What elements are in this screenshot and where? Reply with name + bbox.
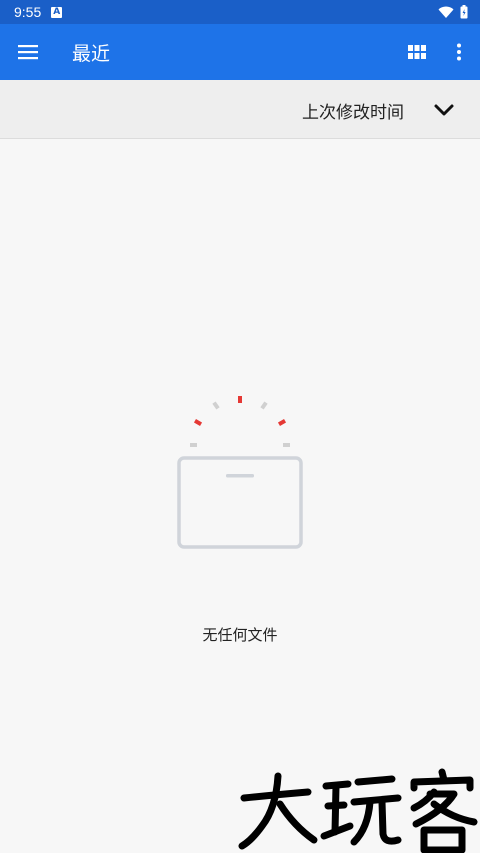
app-notification-icon: A [51, 6, 63, 18]
menu-button[interactable] [0, 24, 56, 80]
watermark-logo [238, 768, 478, 853]
sort-label[interactable]: 上次修改时间 [302, 98, 404, 123]
status-time: 9:55 [14, 4, 42, 20]
chevron-down-icon[interactable] [432, 98, 456, 122]
wifi-icon [438, 6, 454, 18]
grid-view-icon [408, 45, 426, 59]
empty-folder-icon [177, 396, 303, 549]
hamburger-menu-icon [18, 45, 38, 60]
battery-icon [460, 5, 468, 19]
more-vert-icon [457, 43, 461, 61]
status-bar: 9:55 A [0, 0, 480, 24]
app-bar: 最近 [0, 24, 480, 80]
grid-view-button[interactable] [396, 24, 438, 80]
page-title: 最近 [72, 42, 111, 65]
empty-state-message: 无任何文件 [202, 626, 278, 644]
sort-bar: 上次修改时间 [0, 80, 480, 139]
more-options-button[interactable] [438, 24, 480, 80]
